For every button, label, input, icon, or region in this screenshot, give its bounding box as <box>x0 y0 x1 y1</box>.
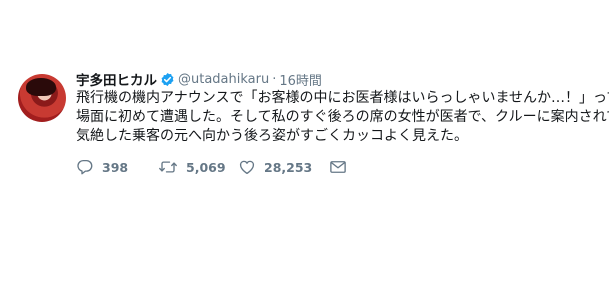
tweet-actions: 398 5,069 28,253 <box>76 158 598 176</box>
verified-badge-icon <box>160 72 175 87</box>
avatar[interactable] <box>18 74 66 122</box>
retweet-button[interactable]: 5,069 <box>158 158 238 176</box>
timestamp[interactable]: 16時間 <box>279 70 322 89</box>
display-name[interactable]: 宇多田ヒカル <box>76 69 157 89</box>
user-handle[interactable]: @utadahikaru <box>178 72 269 87</box>
reply-button[interactable]: 398 <box>76 158 158 176</box>
like-button[interactable]: 28,253 <box>238 158 329 176</box>
dm-button[interactable] <box>329 159 347 175</box>
tweet-content: 宇多田ヒカル @utadahikaru · 16時間 飛行機の機内アナウンスで「… <box>76 69 609 176</box>
like-count: 28,253 <box>264 159 313 175</box>
reply-icon <box>77 159 93 175</box>
retweet-count: 5,069 <box>186 159 226 175</box>
separator-dot: · <box>272 71 277 87</box>
tweet[interactable]: 宇多田ヒカル @utadahikaru · 16時間 飛行機の機内アナウンスで「… <box>18 69 609 176</box>
retweet-icon <box>159 161 177 173</box>
tweet-text: 飛行機の機内アナウンスで「お客様の中にお医者様はいらっしゃいませんか…！」って場… <box>76 90 609 144</box>
tweet-header: 宇多田ヒカル @utadahikaru · 16時間 <box>76 69 598 90</box>
heart-icon <box>239 160 255 175</box>
envelope-icon <box>330 161 346 173</box>
reply-count: 398 <box>102 159 129 175</box>
